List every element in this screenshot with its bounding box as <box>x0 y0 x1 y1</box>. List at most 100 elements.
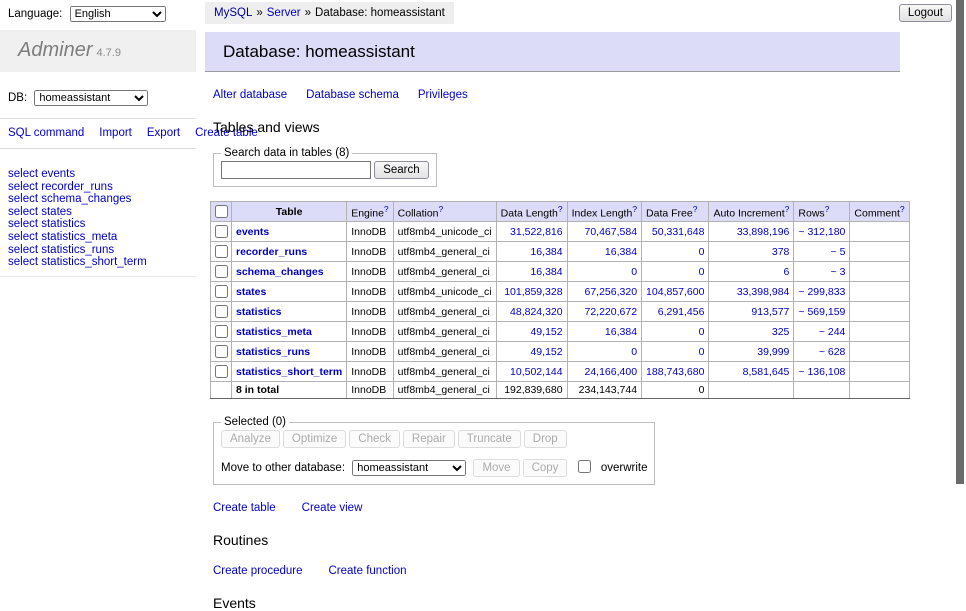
link-auto-increment-statistics-meta[interactable]: 325 <box>772 326 790 338</box>
move-db-select[interactable]: homeassistant <box>352 460 466 476</box>
link-data-free-states[interactable]: 104,857,600 <box>646 286 704 298</box>
link-data-length-schema-changes[interactable]: 16,384 <box>530 266 562 278</box>
select-all-checkbox[interactable] <box>215 205 228 218</box>
link-rows-schema-changes[interactable]: ~ 3 <box>831 266 846 278</box>
help-link-rows[interactable]: ? <box>825 204 830 214</box>
row-checkbox-statistics[interactable] <box>215 305 228 318</box>
link-rows-statistics-short-term[interactable]: ~ 136,108 <box>798 366 845 378</box>
row-checkbox-schema-changes[interactable] <box>215 265 228 278</box>
table-link-states[interactable]: states <box>236 286 266 298</box>
table-link-statistics-short-term[interactable]: statistics_short_term <box>236 366 342 378</box>
help-link-auto-increment[interactable]: ? <box>785 204 790 214</box>
link-index-length-statistics-short-term[interactable]: 24,166,400 <box>584 366 637 378</box>
selected-optimize-button[interactable]: Optimize <box>283 430 346 448</box>
row-checkbox-statistics-meta[interactable] <box>215 325 228 338</box>
db-select[interactable]: homeassistant <box>34 90 148 106</box>
sidebar-link-sql-command[interactable]: SQL command <box>8 127 84 139</box>
link-data-free-events[interactable]: 50,331,648 <box>652 226 705 238</box>
link-data-length-statistics-short-term[interactable]: 10,502,144 <box>510 366 563 378</box>
link-data-free-statistics-meta[interactable]: 0 <box>699 326 705 338</box>
table-link-select-recorder-runs[interactable]: select recorder_runs <box>8 181 188 194</box>
table-link-select-statistics-meta[interactable]: select statistics_meta <box>8 231 188 244</box>
link-index-length-recorder-runs[interactable]: 16,384 <box>605 246 637 258</box>
move-move-button[interactable]: Move <box>473 459 519 477</box>
row-checkbox-events[interactable] <box>215 225 228 238</box>
search-input[interactable] <box>221 161 371 179</box>
link-rows-events[interactable]: ~ 312,180 <box>798 226 845 238</box>
help-link-data-free[interactable]: ? <box>693 204 698 214</box>
create-link-create-table[interactable]: Create table <box>213 502 276 514</box>
link-data-length-statistics-meta[interactable]: 49,152 <box>530 326 562 338</box>
link-data-free-statistics-runs[interactable]: 0 <box>699 346 705 358</box>
link-data-free-statistics-short-term[interactable]: 188,743,680 <box>646 366 704 378</box>
table-link-select-states[interactable]: select states <box>8 206 188 219</box>
table-link-select-schema-changes[interactable]: select schema_changes <box>8 193 188 206</box>
create-link-create-view[interactable]: Create view <box>302 502 363 514</box>
help-link-index-length[interactable]: ? <box>632 204 637 214</box>
selected-truncate-button[interactable]: Truncate <box>458 430 521 448</box>
sidebar-link-import[interactable]: Import <box>99 127 132 139</box>
link-auto-increment-states[interactable]: 33,398,984 <box>737 286 790 298</box>
link-auto-increment-events[interactable]: 33,898,196 <box>737 226 790 238</box>
routine-link-create-function[interactable]: Create function <box>329 565 407 577</box>
selected-analyze-button[interactable]: Analyze <box>221 430 280 448</box>
selected-drop-button[interactable]: Drop <box>524 430 567 448</box>
language-select[interactable]: English <box>70 6 166 22</box>
table-link-select-statistics[interactable]: select statistics <box>8 218 188 231</box>
link-data-length-events[interactable]: 31,522,816 <box>510 226 563 238</box>
link-data-free-statistics[interactable]: 6,291,456 <box>658 306 705 318</box>
link-auto-increment-statistics[interactable]: 913,577 <box>751 306 789 318</box>
selected-check-button[interactable]: Check <box>349 430 400 448</box>
link-rows-recorder-runs[interactable]: ~ 5 <box>831 246 846 258</box>
link-index-length-events[interactable]: 70,467,584 <box>584 226 637 238</box>
table-link-statistics[interactable]: statistics <box>236 306 282 318</box>
table-link-select-statistics-short-term[interactable]: select statistics_short_term <box>8 256 188 269</box>
table-link-select-events[interactable]: select events <box>8 168 188 181</box>
move-copy-button[interactable]: Copy <box>523 459 568 477</box>
link-data-free-recorder-runs[interactable]: 0 <box>699 246 705 258</box>
table-link-recorder-runs[interactable]: recorder_runs <box>236 246 307 258</box>
link-data-length-statistics-runs[interactable]: 49,152 <box>530 346 562 358</box>
link-auto-increment-schema-changes[interactable]: 6 <box>784 266 790 278</box>
scrollbar-thumb[interactable] <box>956 0 964 484</box>
link-rows-states[interactable]: ~ 299,833 <box>798 286 845 298</box>
row-checkbox-statistics-runs[interactable] <box>215 345 228 358</box>
link-data-length-statistics[interactable]: 48,824,320 <box>510 306 563 318</box>
help-link-comment[interactable]: ? <box>900 204 905 214</box>
table-link-events[interactable]: events <box>236 226 269 238</box>
routine-link-create-procedure[interactable]: Create procedure <box>213 565 303 577</box>
row-checkbox-statistics-short-term[interactable] <box>215 365 228 378</box>
help-link-engine[interactable]: ? <box>384 204 389 214</box>
row-checkbox-recorder-runs[interactable] <box>215 245 228 258</box>
sidebar-link-export[interactable]: Export <box>147 127 180 139</box>
logout-button[interactable]: Logout <box>899 4 952 22</box>
db-action-link-database-schema[interactable]: Database schema <box>306 89 399 101</box>
link-data-length-states[interactable]: 101,859,328 <box>504 286 562 298</box>
table-link-statistics-meta[interactable]: statistics_meta <box>236 326 312 338</box>
breadcrumb-link-server[interactable]: Server <box>267 7 301 19</box>
link-rows-statistics-runs[interactable]: ~ 628 <box>819 346 846 358</box>
table-link-schema-changes[interactable]: schema_changes <box>236 266 324 278</box>
overwrite-checkbox[interactable] <box>578 460 591 473</box>
breadcrumb-link-mysql[interactable]: MySQL <box>214 7 252 19</box>
link-rows-statistics[interactable]: ~ 569,159 <box>798 306 845 318</box>
link-index-length-states[interactable]: 67,256,320 <box>584 286 637 298</box>
link-auto-increment-statistics-short-term[interactable]: 8,581,645 <box>743 366 790 378</box>
link-rows-statistics-meta[interactable]: ~ 244 <box>819 326 846 338</box>
link-data-length-recorder-runs[interactable]: 16,384 <box>530 246 562 258</box>
link-index-length-statistics-runs[interactable]: 0 <box>631 346 637 358</box>
selected-repair-button[interactable]: Repair <box>403 430 455 448</box>
link-index-length-schema-changes[interactable]: 0 <box>631 266 637 278</box>
link-auto-increment-statistics-runs[interactable]: 39,999 <box>757 346 789 358</box>
link-index-length-statistics[interactable]: 72,220,672 <box>584 306 637 318</box>
db-action-link-alter-database[interactable]: Alter database <box>213 89 287 101</box>
db-action-link-privileges[interactable]: Privileges <box>418 89 468 101</box>
table-link-statistics-runs[interactable]: statistics_runs <box>236 346 310 358</box>
link-auto-increment-recorder-runs[interactable]: 378 <box>772 246 790 258</box>
row-checkbox-states[interactable] <box>215 285 228 298</box>
table-link-select-statistics-runs[interactable]: select statistics_runs <box>8 244 188 257</box>
help-link-data-length[interactable]: ? <box>558 204 563 214</box>
help-link-collation[interactable]: ? <box>439 204 444 214</box>
link-data-free-schema-changes[interactable]: 0 <box>699 266 705 278</box>
search-button[interactable]: Search <box>374 161 428 179</box>
